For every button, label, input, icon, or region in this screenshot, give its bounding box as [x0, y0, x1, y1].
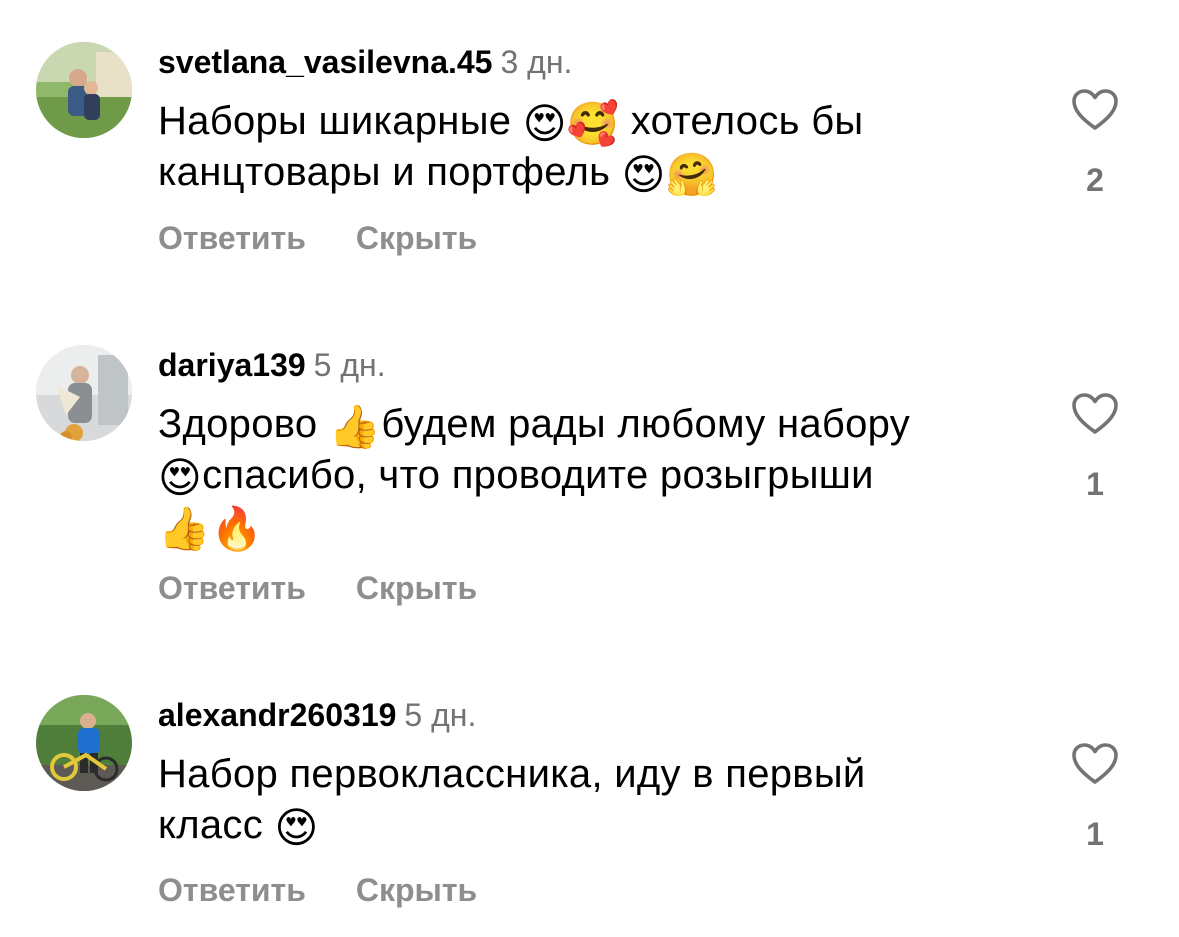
comment-text-segment: спасибо, что проводите розыгрыши [202, 453, 874, 497]
comment-text-segment: Набор первоклассника, иду в первый [158, 752, 866, 796]
comment-text-segment: Здорово [158, 402, 329, 446]
comment-text-segment: класс [158, 803, 275, 847]
avatar-photo [36, 695, 132, 791]
hide-button[interactable]: Скрыть [356, 872, 477, 908]
username[interactable]: alexandr260319 [158, 697, 396, 733]
like-count: 1 [1086, 466, 1104, 502]
comment-header: dariya139 5 дн. [158, 345, 386, 385]
comment-header: svetlana_vasilevna.45 3 дн. [158, 42, 572, 82]
comment-text: Наборы шикарные 😍🥰 хотелось бы канцтовар… [158, 96, 1018, 198]
avatar[interactable] [36, 345, 132, 441]
comment-text-segment: хотелось бы [619, 99, 864, 143]
comment-text-segment: будем рады любому набору [381, 402, 911, 446]
comment-text: Здорово 👍будем рады любому набору 😍спаси… [158, 399, 1018, 552]
avatar-photo [36, 345, 132, 441]
comment-time: 5 дн. [404, 697, 477, 733]
comment-text-segment: Наборы шикарные [158, 99, 523, 143]
comment-item: dariya139 5 дн. Здорово 👍будем рады любом… [0, 300, 1179, 640]
username[interactable]: svetlana_vasilevna.45 [158, 44, 492, 80]
emoji: 😍🤗 [621, 150, 719, 199]
reply-button[interactable]: Ответить [158, 220, 306, 256]
heart-outline-icon[interactable] [1071, 88, 1119, 132]
like-group: 2 [1068, 88, 1122, 200]
comment-item: alexandr260319 5 дн. Набор первоклассника… [0, 650, 1179, 937]
like-count: 1 [1086, 816, 1104, 852]
heart-outline-icon[interactable] [1071, 742, 1119, 786]
like-group: 1 [1068, 742, 1122, 854]
emoji: 😍 [274, 803, 319, 852]
avatar-photo [36, 42, 132, 138]
comment-header: alexandr260319 5 дн. [158, 695, 476, 735]
reply-button[interactable]: Ответить [158, 570, 306, 606]
comment-time: 3 дн. [500, 44, 573, 80]
reply-button[interactable]: Ответить [158, 872, 306, 908]
comment-actions: Ответить Скрыть [158, 568, 477, 608]
comment-actions: Ответить Скрыть [158, 218, 477, 258]
like-count: 2 [1086, 162, 1104, 198]
emoji: 😍🥰 [522, 99, 620, 148]
emoji: 👍 [328, 402, 382, 451]
username[interactable]: dariya139 [158, 347, 306, 383]
emoji: 😍 [158, 453, 203, 502]
heart-outline-icon[interactable] [1071, 392, 1119, 436]
comment-item: svetlana_vasilevna.45 3 дн. Наборы шикарн… [0, 0, 1179, 300]
hide-button[interactable]: Скрыть [356, 570, 477, 606]
avatar[interactable] [36, 695, 132, 791]
comment-time: 5 дн. [313, 347, 386, 383]
hide-button[interactable]: Скрыть [356, 220, 477, 256]
like-group: 1 [1068, 392, 1122, 504]
comment-text: Набор первоклассника, иду в первый класс… [158, 749, 1018, 851]
comment-actions: Ответить Скрыть [158, 870, 477, 910]
comment-text-segment: канцтовары и портфель [158, 150, 622, 194]
emoji: 👍🔥 [158, 504, 264, 553]
avatar[interactable] [36, 42, 132, 138]
